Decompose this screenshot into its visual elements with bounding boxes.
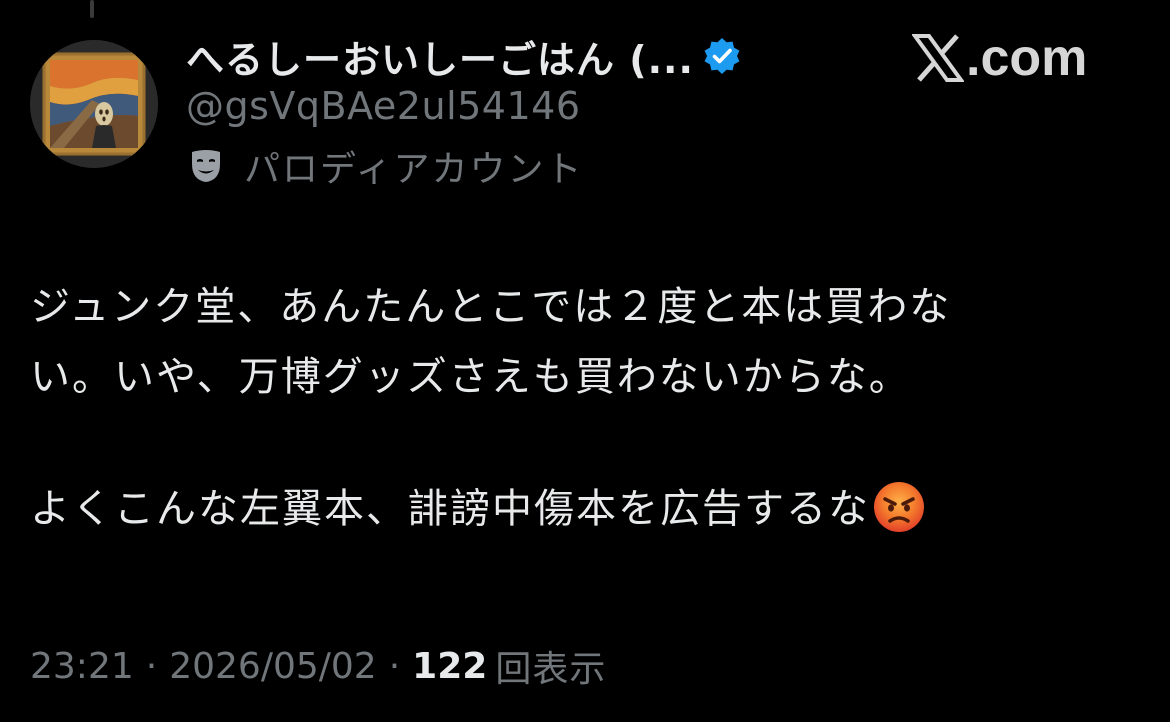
tweet-text: ジュンク堂、あんたんとこでは２度と本は買わな い。いや、万博グッズさえも買わない… xyxy=(30,272,1140,544)
tweet-meta: 23:21 · 2026/05/02 · 122 回表示 xyxy=(30,640,606,692)
theater-mask-icon xyxy=(186,146,226,186)
tweet-text-line: い。いや、万博グッズさえも買わないからな。 xyxy=(30,354,911,400)
user-handle[interactable]: @gsVqBAe2ul54146 xyxy=(186,84,581,128)
parody-account-label: パロディアカウント xyxy=(186,140,583,192)
views-label: 回表示 xyxy=(495,649,607,690)
tweet-text-line-last: よくこんな左翼本、誹謗中傷本を広告するな xyxy=(30,474,1140,544)
tweet-text-line: ジュンク堂、あんたんとこでは２度と本は買わな xyxy=(30,284,952,330)
verified-badge-icon xyxy=(702,36,742,76)
avatar[interactable] xyxy=(30,40,158,168)
x-watermark-text: .com xyxy=(966,29,1088,87)
tweet-date[interactable]: 2026/05/02 xyxy=(169,646,377,687)
meta-separator: · xyxy=(388,645,401,687)
angry-face-emoji xyxy=(872,480,926,534)
display-name-row[interactable]: へるしーおいしーごはん (... xyxy=(186,28,742,84)
x-watermark: .com xyxy=(911,29,1088,87)
views-count[interactable]: 122 xyxy=(412,646,487,687)
x-logo-icon xyxy=(911,34,965,82)
tweet-time[interactable]: 23:21 xyxy=(30,646,134,687)
meta-separator: · xyxy=(145,645,158,687)
display-name[interactable]: へるしーおいしーごはん (... xyxy=(186,29,694,84)
the-scream-painting-avatar xyxy=(30,40,158,168)
account-label-text: パロディアカウント xyxy=(244,149,584,190)
tweet-text-line: よくこんな左翼本、誹謗中傷本を広告するな xyxy=(30,486,870,532)
scroll-indicator xyxy=(90,0,94,18)
